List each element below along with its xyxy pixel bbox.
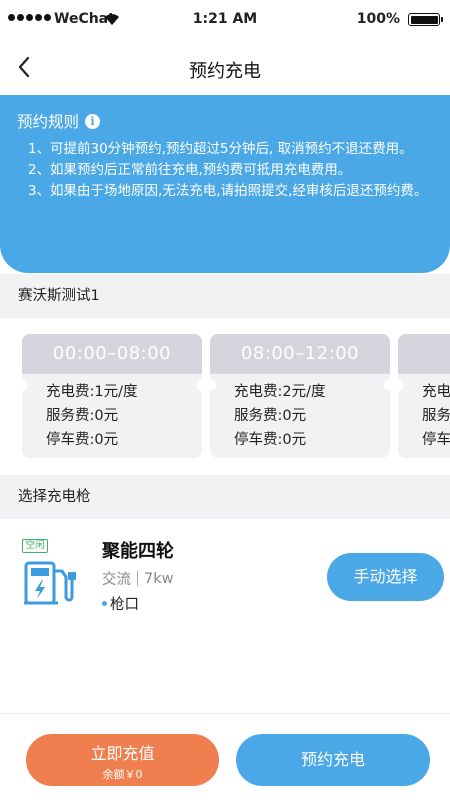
charger-list-item[interactable]: 空闲 聚能四轮 交流 7kw 枪口 手动选择 (0, 519, 450, 629)
recharge-label: 立即充值 (90, 744, 155, 763)
rule-item: 1、 可提前30分钟预约,预约超过5分钟后, 取消预约不退还费用。 (28, 139, 436, 160)
balance-text: 余额￥0 (102, 768, 143, 781)
rule-text: 如果预约后正常前往充电,预约费可抵用充电费用。 (50, 162, 352, 178)
rules-title-text: 预约规则 (17, 113, 80, 131)
info-icon[interactable]: i (85, 113, 101, 129)
tier-time-range (398, 334, 450, 374)
charge-fee: 充电费: (422, 384, 450, 400)
tier-time-range: 00:00–08:00 (22, 334, 202, 374)
battery-percent: 100% (356, 11, 400, 27)
parking-fee: 停车费:0元 (234, 432, 307, 448)
rules-title: 预约规则 i (17, 110, 101, 132)
rule-text: 如果由于场地原因,无法充电,请拍照提交,经审核后退还预约费。 (50, 183, 428, 199)
tier-time-range: 08:00–12:00 (210, 334, 390, 374)
rules-list: 1、 可提前30分钟预约,预约超过5分钟后, 取消预约不退还费用。 2、 如果预… (28, 139, 436, 202)
status-bar: WeChat 1:21 AM 100% (0, 0, 450, 40)
reserve-charging-button[interactable]: 预约充电 (236, 734, 430, 786)
price-tier-card[interactable]: 00:00–08:00 充电费:1元/度 服务费:0元 停车费:0元 (22, 334, 202, 458)
bottom-action-bar: 立即充值 余额￥0 预约充电 (0, 713, 450, 800)
rule-number: 3、 (28, 183, 51, 199)
divider (137, 571, 138, 586)
service-fee: 服务费:0元 (234, 408, 307, 424)
nav-bar: 预约充电 (0, 40, 450, 95)
charger-name: 聚能四轮 (102, 541, 174, 562)
service-fee: 服务费: (422, 408, 450, 424)
rule-text: 可提前30分钟预约,预约超过5分钟后, 取消预约不退还费用。 (50, 141, 413, 157)
charger-port: 枪口 (102, 593, 139, 614)
recharge-now-button[interactable]: 立即充值 余额￥0 (26, 734, 219, 786)
parking-fee: 停车费: (422, 432, 450, 448)
port-dot-icon (102, 601, 107, 606)
charging-station-icon (24, 561, 76, 605)
manual-select-button[interactable]: 手动选择 (327, 553, 444, 601)
rule-item: 3、 如果由于场地原因,无法充电,请拍照提交,经审核后退还预约费。 (28, 181, 436, 202)
parking-fee: 停车费:0元 (46, 432, 119, 448)
charge-fee: 充电费:1元/度 (46, 384, 138, 400)
current-type: 交流 (102, 572, 131, 588)
rule-number: 1、 (28, 141, 51, 157)
price-tier-card[interactable]: 08:00–12:00 充电费:2元/度 服务费:0元 停车费:0元 (210, 334, 390, 458)
reservation-rules-card: 预约规则 i 1、 可提前30分钟预约,预约超过5分钟后, 取消预约不退还费用。… (0, 95, 450, 273)
price-tier-scroller[interactable]: 00:00–08:00 充电费:1元/度 服务费:0元 停车费:0元 08:00… (0, 318, 450, 475)
port-label: 枪口 (110, 597, 139, 613)
service-fee: 服务费:0元 (46, 408, 119, 424)
charge-fee: 充电费:2元/度 (234, 384, 326, 400)
charger-power: 7kw (144, 570, 174, 587)
station-name: 赛沃斯测试1 (0, 274, 450, 318)
rule-number: 2、 (28, 162, 51, 178)
status-badge: 空闲 (22, 539, 48, 553)
gun-section-title: 选择充电枪 (0, 475, 450, 519)
price-tier-card[interactable]: 充电费: 服务费: 停车费: (398, 334, 450, 458)
charger-spec: 交流 7kw (102, 568, 173, 589)
battery-icon (408, 13, 443, 26)
page-title: 预约充电 (189, 61, 261, 82)
rule-item: 2、 如果预约后正常前往充电,预约费可抵用充电费用。 (28, 160, 436, 181)
